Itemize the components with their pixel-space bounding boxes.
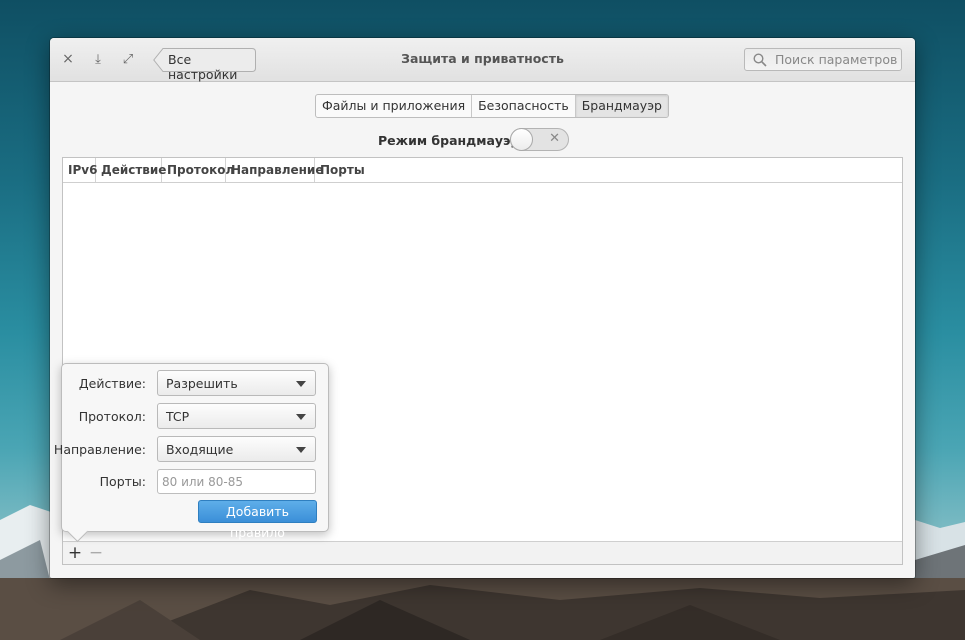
direction-select-value: Входящие — [166, 442, 234, 457]
back-button-label: Все настройки — [168, 52, 238, 82]
chevron-down-icon — [296, 414, 306, 420]
add-rule-toggle-button[interactable]: + — [67, 543, 83, 563]
ports-input[interactable] — [157, 469, 316, 494]
column-direction[interactable]: Направление — [226, 158, 323, 182]
maximize-window-button[interactable]: ⤢ — [118, 49, 138, 69]
titlebar: × ⤓ ⤢ Все настройки Защита и приватность — [50, 38, 915, 82]
tab-files-apps[interactable]: Файлы и приложения — [316, 95, 473, 117]
protocol-select[interactable]: TCP — [157, 403, 316, 429]
direction-select[interactable]: Входящие — [157, 436, 316, 462]
download-icon: ⤓ — [95, 51, 101, 67]
action-select[interactable]: Разрешить — [157, 370, 316, 396]
toggle-knob — [510, 128, 533, 151]
add-rule-popover: Действие: Разрешить Протокол: TCP Направ… — [54, 363, 329, 543]
column-protocol[interactable]: Протокол — [162, 158, 234, 182]
action-select-value: Разрешить — [166, 376, 238, 391]
table-header: IPv6 Действие Протокол Направление Порты — [63, 158, 902, 183]
close-icon: × — [62, 51, 74, 67]
column-action[interactable]: Действие — [96, 158, 166, 182]
remove-rule-button[interactable]: − — [88, 543, 104, 563]
tab-security[interactable]: Безопасность — [472, 95, 576, 117]
back-button[interactable]: Все настройки — [153, 48, 256, 82]
column-ipv6[interactable]: IPv6 — [63, 158, 97, 182]
protocol-label: Протокол: — [78, 409, 146, 424]
chevron-down-icon — [296, 447, 306, 453]
close-window-button[interactable]: × — [58, 49, 78, 69]
protocol-select-value: TCP — [166, 409, 190, 424]
firewall-mode-label: Режим брандмауэр: — [378, 133, 525, 148]
settings-window: × ⤓ ⤢ Все настройки Защита и приватность… — [50, 38, 915, 578]
add-rule-button[interactable]: Добавить правило — [198, 500, 317, 540]
tab-bar: Файлы и приложения Безопасность Брандмау… — [315, 94, 669, 118]
search-box[interactable] — [744, 48, 902, 71]
search-input[interactable] — [775, 51, 897, 68]
chevron-down-icon — [296, 381, 306, 387]
minimize-window-button[interactable]: ⤓ — [88, 49, 108, 69]
table-toolbar: + − — [63, 541, 902, 564]
action-label: Действие: — [78, 376, 146, 391]
ports-label: Порты: — [99, 474, 146, 489]
tab-firewall[interactable]: Брандмауэр — [575, 95, 668, 117]
firewall-toggle[interactable]: ✕ — [510, 128, 569, 151]
off-icon: ✕ — [549, 131, 560, 146]
plus-icon: + — [67, 543, 83, 563]
search-icon — [753, 53, 767, 67]
maximize-icon: ⤢ — [122, 51, 134, 67]
column-ports[interactable]: Порты — [315, 158, 395, 182]
direction-label: Направление: — [53, 442, 146, 457]
minus-icon: − — [88, 543, 104, 563]
